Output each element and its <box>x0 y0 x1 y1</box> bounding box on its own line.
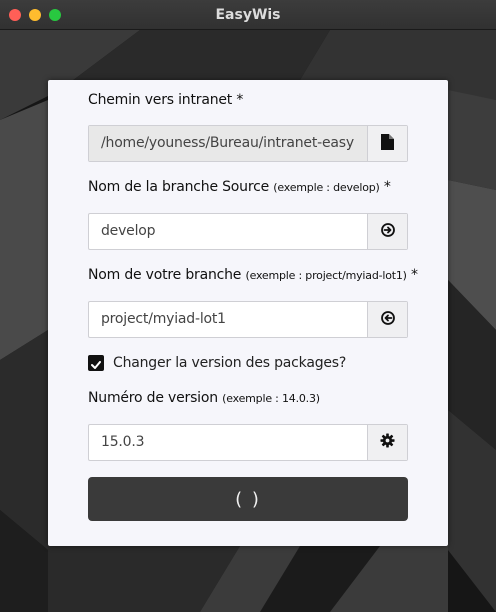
path-label: Chemin vers intranet * <box>88 92 244 108</box>
your-branch-label: Nom de votre branche (exemple : project/… <box>88 267 418 283</box>
browse-path-button[interactable] <box>367 126 407 161</box>
source-branch-button[interactable] <box>367 214 407 249</box>
file-icon <box>381 133 394 154</box>
circle-arrow-left-icon <box>380 310 395 329</box>
circle-arrow-right-icon <box>380 222 395 241</box>
source-branch-label: Nom de la branche Source (exemple : deve… <box>88 179 391 195</box>
source-branch-field: develop <box>88 213 408 250</box>
version-settings-button[interactable] <box>367 425 407 460</box>
packages-checkbox-label[interactable]: Changer la version des packages? <box>113 355 346 371</box>
version-hint: (exemple : 14.0.3) <box>222 392 320 405</box>
packages-checkbox-row[interactable]: Changer la version des packages? <box>88 353 346 373</box>
your-branch-button[interactable] <box>367 302 407 337</box>
version-label: Numéro de version (exemple : 14.0.3) <box>88 390 320 406</box>
gear-icon <box>380 433 395 452</box>
version-label-text: Numéro de version <box>88 390 218 406</box>
app-window: EasyWis Chemin vers intranet * /home/you… <box>0 0 496 612</box>
path-field: /home/youness/Bureau/intranet-easy <box>88 125 408 162</box>
your-branch-label-text: Nom de votre branche <box>88 267 242 283</box>
check-icon <box>91 354 101 373</box>
version-input[interactable]: 15.0.3 <box>89 425 367 460</box>
form-card: Chemin vers intranet * /home/youness/Bur… <box>48 80 448 546</box>
title-bar[interactable]: EasyWis <box>0 0 496 30</box>
your-branch-field: project/myiad-lot1 <box>88 301 408 338</box>
your-branch-input[interactable]: project/myiad-lot1 <box>89 302 367 337</box>
packages-checkbox[interactable] <box>88 355 104 371</box>
window-title: EasyWis <box>215 7 281 23</box>
source-branch-hint: (exemple : develop) <box>273 181 380 194</box>
source-branch-label-text: Nom de la branche Source <box>88 179 270 195</box>
your-branch-required: * <box>411 267 418 283</box>
source-branch-required: * <box>383 179 391 195</box>
submit-button[interactable]: ( ) <box>88 477 408 521</box>
path-input[interactable]: /home/youness/Bureau/intranet-easy <box>89 126 367 161</box>
your-branch-hint: (exemple : project/myiad-lot1) <box>245 269 407 282</box>
source-branch-input[interactable]: develop <box>89 214 367 249</box>
version-field: 15.0.3 <box>88 424 408 461</box>
